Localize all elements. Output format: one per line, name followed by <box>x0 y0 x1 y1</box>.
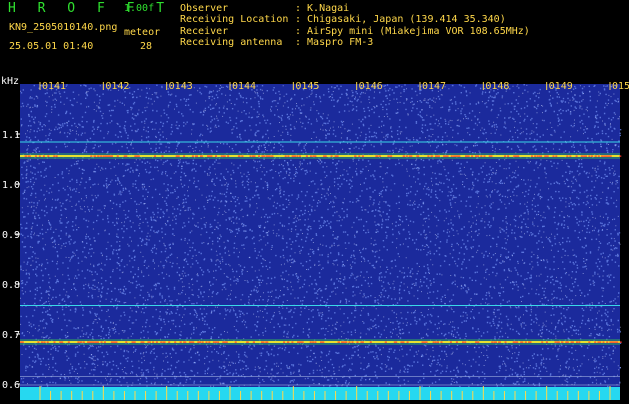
info-row-antenna: Receiving antenna: Maspro FM-3 <box>180 37 374 49</box>
x-tick-label-5: 0146 <box>359 81 383 92</box>
y-tick-label-1: 1.0 <box>2 180 20 191</box>
y-tick-label-3: 0.8 <box>2 280 20 291</box>
x-tick-label-4: 0145 <box>295 81 319 92</box>
station-info: Observer: K.Nagai Receiving Location: Ch… <box>180 3 530 49</box>
y-tick-label-0: 1.1 <box>2 130 20 141</box>
x-tick-label-6: 0147 <box>422 81 446 92</box>
info-row-receiver: Receiver: AirSpy mini (Miakejima VOR 108… <box>180 25 530 37</box>
x-tick-label-7: 0148 <box>485 81 509 92</box>
y-tick-label-4: 0.7 <box>2 330 20 341</box>
header-panel: H R O F F T 1.00f KN9_2505010140.png met… <box>0 0 629 76</box>
info-row-observer: Observer: K.Nagai <box>180 3 350 14</box>
meteor-count: 28 <box>140 41 153 52</box>
y-tick-label-5: 0.6 <box>2 380 20 391</box>
y-axis-label: kHz <box>1 76 19 87</box>
meteor-label: meteor <box>124 27 161 38</box>
x-tick-label-0: 0141 <box>42 81 66 92</box>
x-tick-label-2: 0143 <box>169 81 193 92</box>
info-row-location: Receiving Location: Chigasaki, Japan (13… <box>180 14 506 26</box>
x-tick-label-3: 0144 <box>232 81 256 92</box>
spectrogram-chart: 1.1 1.0 0.9 0.8 0.7 0.6 0141 0142 0143 0144 0145 01… <box>0 76 629 400</box>
x-tick-label-1: 0142 <box>105 81 129 92</box>
version-label: 1.00f <box>124 3 155 14</box>
bottom-band <box>20 387 620 400</box>
filename-label: KN9_2505010140.png <box>9 22 118 33</box>
spectrogram-background <box>20 84 620 394</box>
x-tick-label-8: 0149 <box>549 81 573 92</box>
datetime-label: 25.05.01 01:40 <box>9 41 94 52</box>
y-tick-label-2: 0.9 <box>2 230 20 241</box>
x-tick-label-9: 0150 <box>612 81 629 92</box>
spectrogram-panel: 1.1 1.0 0.9 0.8 0.7 0.6 0141 0142 0143 0144 0145 01… <box>0 76 629 400</box>
